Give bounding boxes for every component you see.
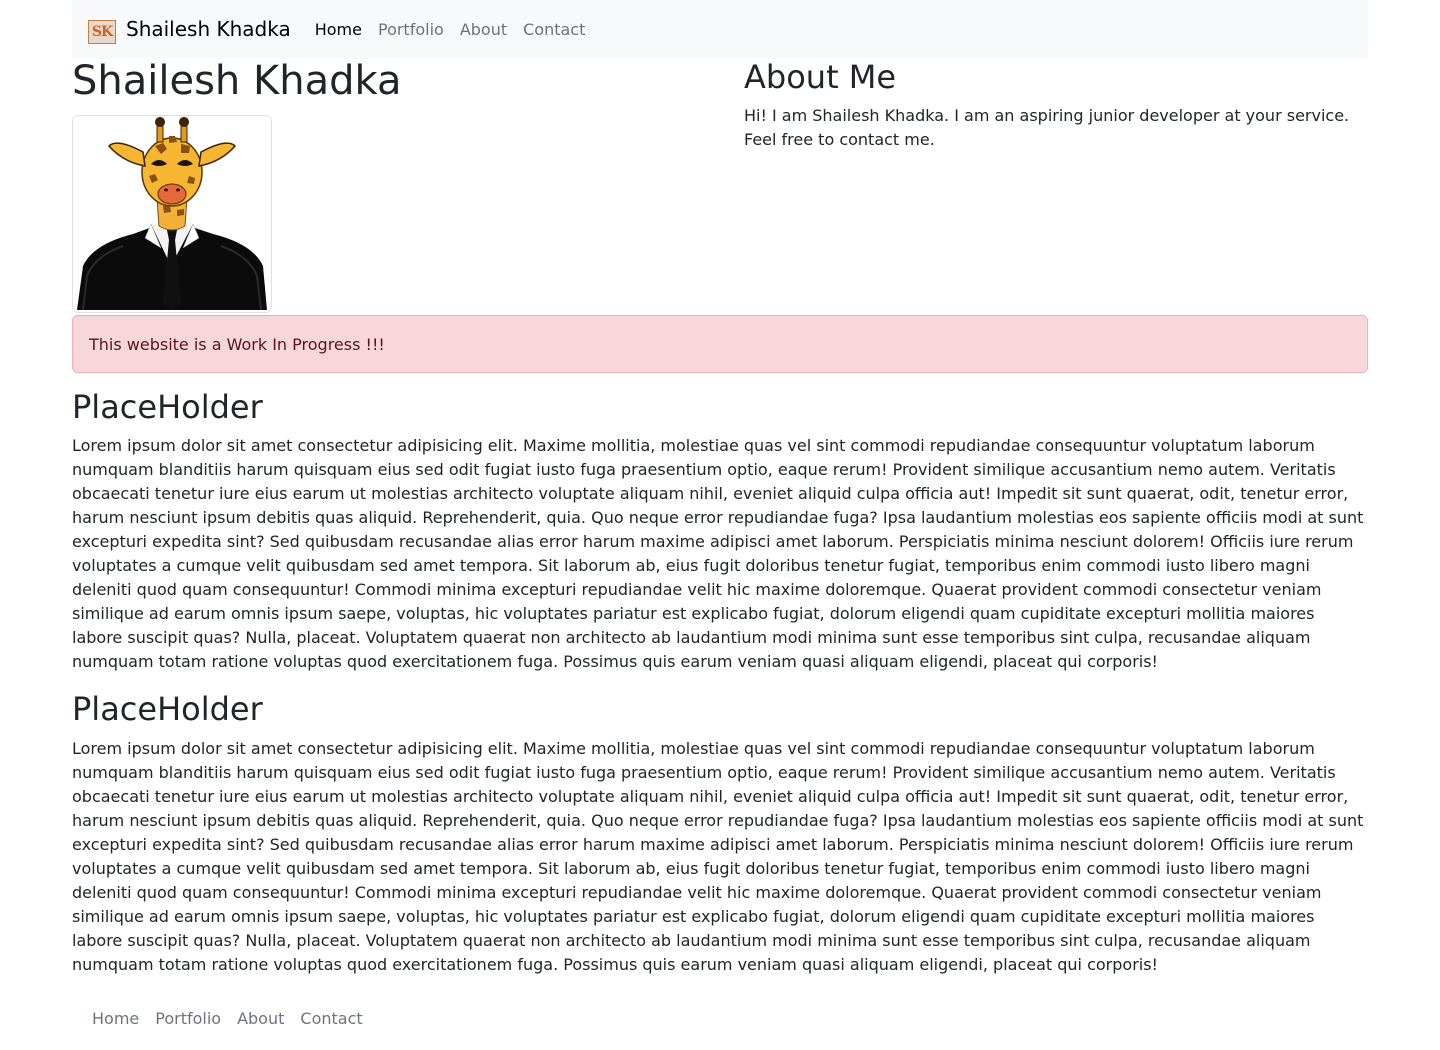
brand-link[interactable]: Shailesh Khadka [126,17,291,41]
nav-link-portfolio[interactable]: Portfolio [378,20,444,39]
footer-nav: Home Portfolio About Contact [92,1009,379,1028]
footer-link-home[interactable]: Home [92,1009,139,1028]
about-text: Hi! I am Shailesh Khadka. I am an aspiri… [744,106,1350,149]
section-body-1: Lorem ipsum dolor sit amet consectetur a… [72,436,1364,671]
navbar: SK Shailesh Khadka Home Portfolio About … [72,0,1368,59]
giraffe-in-suit-illustration [77,117,267,311]
nav-link-home[interactable]: Home [315,20,362,39]
work-in-progress-alert: This website is a Work In Progress !!! [72,315,1368,373]
footer-link-portfolio[interactable]: Portfolio [155,1009,221,1028]
section-title-1: PlaceHolder [72,388,263,426]
nav-link-contact[interactable]: Contact [523,20,585,39]
footer-link-about[interactable]: About [237,1009,284,1028]
brand-logo-icon[interactable]: SK [88,19,116,44]
nav-link-about[interactable]: About [460,20,507,39]
page-title: Shailesh Khadka [72,58,402,104]
profile-avatar [72,115,272,313]
about-title: About Me [744,58,897,96]
logo-text: SK [91,23,113,40]
section-body-2: Lorem ipsum dolor sit amet consectetur a… [72,739,1364,974]
footer-link-contact[interactable]: Contact [300,1009,362,1028]
section-title-2: PlaceHolder [72,690,263,728]
alert-text: This website is a Work In Progress !!! [89,334,385,354]
